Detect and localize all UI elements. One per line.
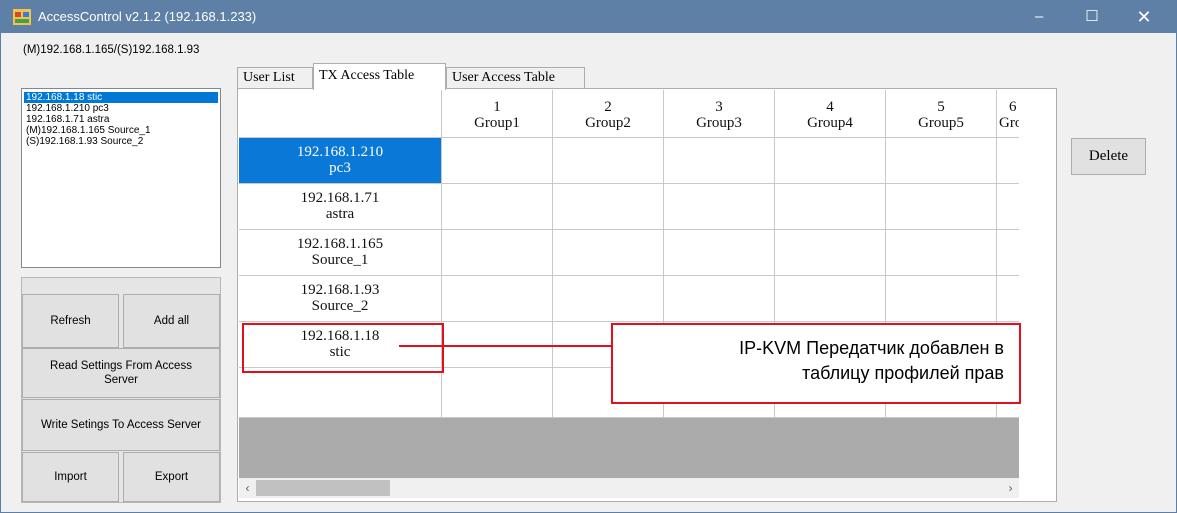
app-window-icon (13, 9, 31, 25)
column-header[interactable]: 1 Group1 (442, 90, 553, 138)
access-cell[interactable] (553, 184, 664, 230)
annotation-highlight-box (242, 323, 444, 373)
column-header[interactable]: 3 Group3 (664, 90, 775, 138)
close-button[interactable]: ✕ (1121, 1, 1167, 33)
device-list-item[interactable]: 192.168.1.210 pc3 (24, 103, 218, 114)
column-header-number: 1 (493, 99, 501, 115)
row-header-name: astra (325, 206, 355, 222)
row-header-name: Source_2 (311, 298, 369, 314)
horizontal-scrollbar[interactable]: ‹ › (239, 478, 1019, 498)
access-cell[interactable] (442, 184, 553, 230)
access-cell[interactable] (775, 230, 886, 276)
column-header-number: 3 (715, 99, 723, 115)
export-button[interactable]: Export (123, 452, 220, 502)
connection-status-label: (M)192.168.1.165/(S)192.168.1.93 (23, 44, 200, 56)
add-all-button[interactable]: Add all (123, 294, 220, 348)
tab-user-access-table[interactable]: User Access Table (446, 67, 585, 89)
column-header-number: 5 (937, 99, 945, 115)
column-header-name: Group2 (585, 115, 631, 131)
tab-tx-access-table[interactable]: TX Access Table (313, 63, 446, 90)
column-header-name: Group5 (918, 115, 964, 131)
tx-access-grid[interactable]: 1 Group1 2 Group2 3 Group3 4 Group4 5 Gr… (239, 90, 1019, 478)
row-header-name: Source_1 (311, 252, 369, 268)
callout-line-2: таблицу профилей прав (802, 363, 1004, 383)
annotation-callout: IP-KVM Передатчик добавлен в таблицу про… (611, 323, 1021, 404)
row-header-ip: 192.168.1.210 (296, 144, 384, 160)
read-settings-button[interactable]: Read Settings From Access Server (22, 348, 220, 398)
import-button[interactable]: Import (22, 452, 119, 502)
grid-corner-cell (239, 90, 442, 138)
column-header-name: Group1 (474, 115, 520, 131)
scroll-left-icon[interactable]: ‹ (239, 478, 256, 498)
device-list-item[interactable]: 192.168.1.18 stic (24, 92, 218, 103)
column-header[interactable]: 2 Group2 (553, 90, 664, 138)
column-header-name: Group4 (807, 115, 853, 131)
callout-line-1: IP-KVM Передатчик добавлен в (739, 338, 1004, 358)
access-cell[interactable] (997, 276, 1019, 322)
device-list-item[interactable]: 192.168.1.71 astra (24, 114, 218, 125)
column-header[interactable]: 4 Group4 (775, 90, 886, 138)
minimize-button[interactable]: – (1016, 1, 1062, 33)
tab-user-list[interactable]: User List (237, 67, 313, 89)
device-listbox[interactable]: 192.168.1.18 stic 192.168.1.210 pc3 192.… (21, 88, 221, 268)
row-header[interactable]: 192.168.1.71 astra (239, 184, 442, 230)
access-cell[interactable] (997, 138, 1019, 184)
refresh-button[interactable]: Refresh (22, 294, 119, 348)
access-cell[interactable] (775, 276, 886, 322)
device-list-item[interactable]: (S)192.168.1.93 Source_2 (24, 136, 218, 147)
column-header-number: 6 (1009, 99, 1017, 115)
scroll-thumb[interactable] (256, 480, 390, 496)
scroll-right-icon[interactable]: › (1002, 478, 1019, 498)
title-bar[interactable]: AccessControl v2.1.2 (192.168.1.233) – ☐… (1, 1, 1176, 33)
row-header-ip: 192.168.1.93 (300, 282, 380, 298)
column-header-number: 4 (826, 99, 834, 115)
row-header-name: pc3 (329, 160, 351, 176)
access-cell[interactable] (553, 276, 664, 322)
access-cell[interactable] (997, 230, 1019, 276)
access-cell[interactable] (664, 138, 775, 184)
access-cell[interactable] (886, 276, 997, 322)
row-header[interactable]: 192.168.1.165 Source_1 (239, 230, 442, 276)
column-header[interactable]: 5 Group5 (886, 90, 997, 138)
column-header[interactable]: 6 Gro (997, 90, 1019, 138)
access-cell[interactable] (553, 230, 664, 276)
column-header-name: Group3 (696, 115, 742, 131)
delete-button[interactable]: Delete (1071, 138, 1146, 175)
maximize-button[interactable]: ☐ (1069, 1, 1115, 33)
row-header-ip: 192.168.1.71 (300, 190, 380, 206)
access-cell[interactable] (886, 184, 997, 230)
column-header-number: 2 (604, 99, 612, 115)
access-cell[interactable] (664, 184, 775, 230)
access-cell[interactable] (886, 230, 997, 276)
access-cell[interactable] (442, 276, 553, 322)
access-cell[interactable] (553, 138, 664, 184)
row-header[interactable]: 192.168.1.210 pc3 (239, 138, 442, 184)
write-settings-button[interactable]: Write Setings To Access Server (22, 399, 220, 451)
access-cell[interactable] (775, 184, 886, 230)
new-row-header[interactable] (239, 368, 442, 418)
access-cell[interactable] (997, 184, 1019, 230)
column-header-name: Gro (999, 115, 1019, 131)
row-header-ip: 192.168.1.165 (296, 236, 384, 252)
access-cell[interactable] (664, 230, 775, 276)
app-window: AccessControl v2.1.2 (192.168.1.233) – ☐… (0, 0, 1177, 513)
annotation-connector-line (399, 345, 611, 347)
access-cell[interactable] (775, 138, 886, 184)
window-title: AccessControl v2.1.2 (192.168.1.233) (38, 9, 257, 24)
access-cell[interactable] (664, 276, 775, 322)
row-header[interactable]: 192.168.1.93 Source_2 (239, 276, 442, 322)
access-cell[interactable] (442, 368, 553, 418)
access-cell[interactable] (442, 138, 553, 184)
access-cell[interactable] (442, 230, 553, 276)
device-list-item[interactable]: (M)192.168.1.165 Source_1 (24, 125, 218, 136)
access-cell[interactable] (886, 138, 997, 184)
